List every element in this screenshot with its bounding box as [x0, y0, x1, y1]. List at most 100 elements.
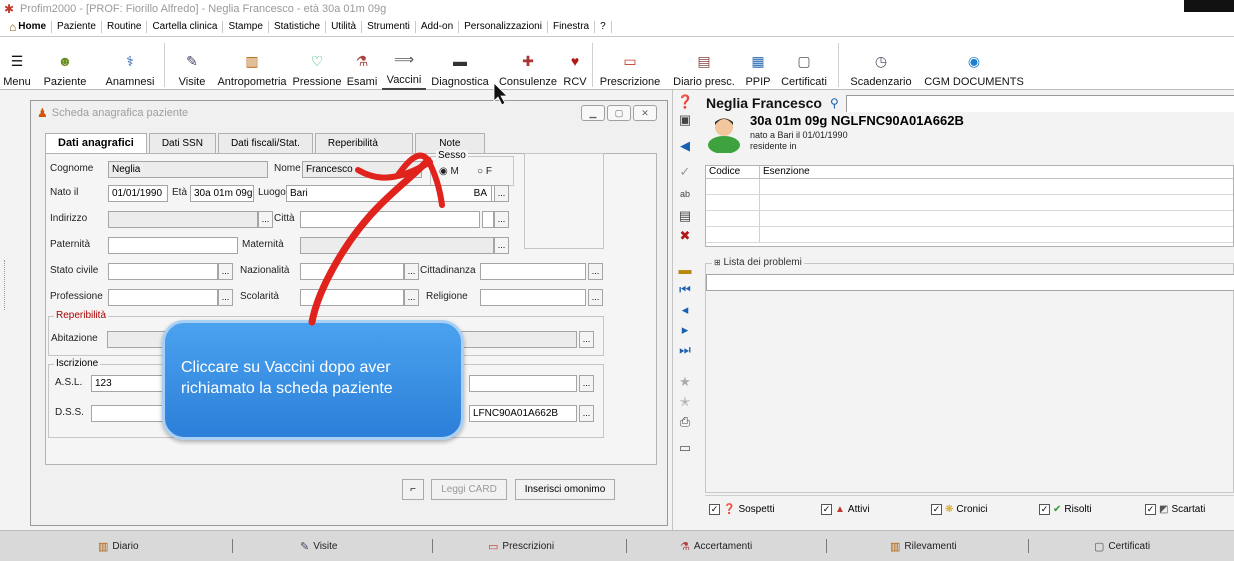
sesso-m-radio[interactable]: ◉ M [439, 166, 459, 177]
religione-lookup-button[interactable]: ... [588, 289, 603, 306]
problemi-input[interactable] [706, 274, 1234, 291]
toolbar-diario-presc-button[interactable]: ▤ Diario presc. [666, 37, 742, 90]
filter-cronici[interactable]: ✓ ❋ Cronici [931, 504, 988, 515]
filter-sospetti[interactable]: ✓ ❓ Sospetti [709, 504, 775, 515]
window-controls[interactable] [1184, 0, 1234, 12]
menu-stampe[interactable]: Stampe [223, 21, 269, 33]
tab-dati-anagrafici[interactable]: Dati anagrafici [45, 133, 147, 153]
provincia-field[interactable]: BA [436, 185, 492, 202]
cittadinanza-lookup-button[interactable]: ... [588, 263, 603, 280]
sesso-f-radio[interactable]: ○ F [477, 166, 492, 177]
tab-dati-ssn[interactable]: Dati SSN [148, 133, 216, 153]
bottom-tab-prescrizioni[interactable]: ▭ Prescrizioni [488, 540, 554, 553]
scolarita-field[interactable] [300, 289, 404, 306]
bottom-tab-rilevamenti[interactable]: ▥ Rilevamenti [890, 540, 957, 553]
abitazione-lookup-button[interactable]: ... [579, 331, 594, 348]
bottom-tab-accertamenti[interactable]: ⚗ Accertamenti [680, 540, 752, 553]
menu-help[interactable]: ? [595, 21, 612, 33]
filter-risolti[interactable]: ✓ ✔ Risolti [1039, 504, 1092, 515]
list-icon[interactable]: ▬ [677, 262, 693, 278]
tab-reperibilita[interactable]: Reperibilità [314, 133, 413, 153]
print-icon[interactable]: ⎙ [677, 414, 693, 430]
inserisci-omonimo-button[interactable]: Inserisci omonimo [515, 479, 615, 500]
toolbar-prescrizione-button[interactable]: ▭ Prescrizione [598, 37, 662, 90]
toolbar-consulenze-button[interactable]: ✚ Consulenze [497, 37, 559, 90]
toolbar-vaccini-button[interactable]: ⟹ Vaccini [382, 37, 426, 90]
scolarita-lookup-button[interactable]: ... [404, 289, 419, 306]
save-icon[interactable]: ▤ [677, 208, 693, 224]
leggi-card-button[interactable]: Leggi CARD [431, 479, 507, 500]
table-row[interactable] [706, 227, 1233, 243]
stato-civile-field[interactable] [108, 263, 218, 280]
nome-field[interactable]: Francesco [302, 161, 422, 178]
star-icon[interactable]: ★ [677, 374, 693, 390]
toolbar-scadenzario-button[interactable]: ◷ Scadenzario [846, 37, 916, 90]
filter-scartati[interactable]: ✓ ◩ Scartati [1145, 504, 1205, 515]
menu-personalizzazioni[interactable]: Personalizzazioni [459, 21, 548, 33]
maternita-field[interactable] [300, 237, 494, 254]
card-icon[interactable]: ⌐ [402, 479, 424, 500]
next-icon[interactable]: ▸ [677, 322, 693, 338]
toolbar-menu-button[interactable]: ☰ Menu [2, 37, 32, 90]
filter-attivi[interactable]: ✓ ▲ Attivi [821, 504, 870, 515]
toolbar-visite-button[interactable]: ✎ Visite [172, 37, 212, 90]
religione-field[interactable] [480, 289, 586, 306]
indirizzo-field[interactable] [108, 211, 258, 228]
nazionalita-lookup-button[interactable]: ... [404, 263, 419, 280]
abbrev-icon[interactable]: ab [677, 186, 693, 202]
menu-routine[interactable]: Routine [102, 21, 148, 33]
toolbar-diagnostica-button[interactable]: ▬ Diagnostica [429, 37, 491, 90]
indirizzo-lookup-button[interactable]: ... [258, 211, 273, 228]
maternita-lookup-button[interactable]: ... [494, 237, 509, 254]
professione-lookup-button[interactable]: ... [218, 289, 233, 306]
patient-search-field[interactable] [846, 95, 1234, 112]
star-outline-icon[interactable]: ✭ [677, 394, 693, 410]
bottom-tab-diario[interactable]: ▥ Diario [98, 540, 139, 553]
menu-utilita[interactable]: Utilità [326, 21, 363, 33]
iscrizione-lookup-button[interactable]: ... [579, 375, 594, 392]
toolbar-rcv-button[interactable]: ♥ RCV [562, 37, 588, 90]
notes-icon[interactable]: ▣ [677, 112, 693, 128]
table-row[interactable] [706, 211, 1233, 227]
nazionalita-field[interactable] [300, 263, 404, 280]
menu-home[interactable]: ⌂ Home [4, 21, 53, 33]
menu-strumenti[interactable]: Strumenti [362, 21, 416, 33]
codice-fiscale-lookup-button[interactable]: ... [579, 405, 594, 422]
cittadinanza-field[interactable] [480, 263, 586, 280]
citta-prov-field[interactable] [482, 211, 494, 228]
close-button[interactable]: ✕ [633, 105, 657, 121]
codice-fiscale-field[interactable]: LFNC90A01A662B [469, 405, 577, 422]
maximize-button[interactable]: ▢ [607, 105, 631, 121]
toolbar-antropometria-button[interactable]: ▥ Antropometria [214, 37, 290, 90]
iscrizione-extra-field[interactable] [469, 375, 577, 392]
citta-field[interactable] [300, 211, 480, 228]
cognome-field[interactable]: Neglia [108, 161, 268, 178]
minimize-button[interactable]: ▁ [581, 105, 605, 121]
paternita-field[interactable] [108, 237, 238, 254]
delete-icon[interactable]: ✖ [677, 228, 693, 244]
back-arrow-icon[interactable]: ◀ [677, 138, 693, 154]
bottom-tab-certificati[interactable]: ▢ Certificati [1094, 540, 1150, 553]
first-icon[interactable]: ⏮ [677, 282, 693, 298]
tab-dati-fiscali[interactable]: Dati fiscali/Stat. [217, 133, 313, 153]
table-row[interactable] [706, 195, 1233, 211]
toolbar-anamnesi-button[interactable]: ⚕ Anamnesi [100, 37, 160, 90]
citta-lookup-button[interactable]: ... [494, 211, 509, 228]
professione-field[interactable] [108, 289, 218, 306]
binoculars-icon[interactable]: ⚲ [830, 96, 839, 110]
toolbar-paziente-button[interactable]: ☻ Paziente [36, 37, 94, 90]
luogo-lookup-button[interactable]: ... [494, 185, 509, 202]
menu-paziente[interactable]: Paziente [52, 21, 102, 33]
data-nascita-field[interactable]: 01/01/1990 [108, 185, 168, 202]
toolbar-ppip-button[interactable]: ▦ PPIP [744, 37, 772, 90]
toolbar-pressione-button[interactable]: ♡ Pressione [292, 37, 342, 90]
table-row[interactable] [706, 179, 1233, 195]
help-icon[interactable]: ❓ [677, 94, 693, 110]
check-icon[interactable]: ✓ [677, 164, 693, 180]
bottom-tab-visite[interactable]: ✎ Visite [300, 540, 338, 553]
toolbar-cgm-documents-button[interactable]: ◉ CGM DOCUMENTS [920, 37, 1028, 90]
toolbar-certificati-button[interactable]: ▢ Certificati [776, 37, 832, 90]
prev-icon[interactable]: ◂ [677, 302, 693, 318]
window-icon[interactable]: ▭ [677, 440, 693, 456]
menu-finestra[interactable]: Finestra [548, 21, 596, 33]
